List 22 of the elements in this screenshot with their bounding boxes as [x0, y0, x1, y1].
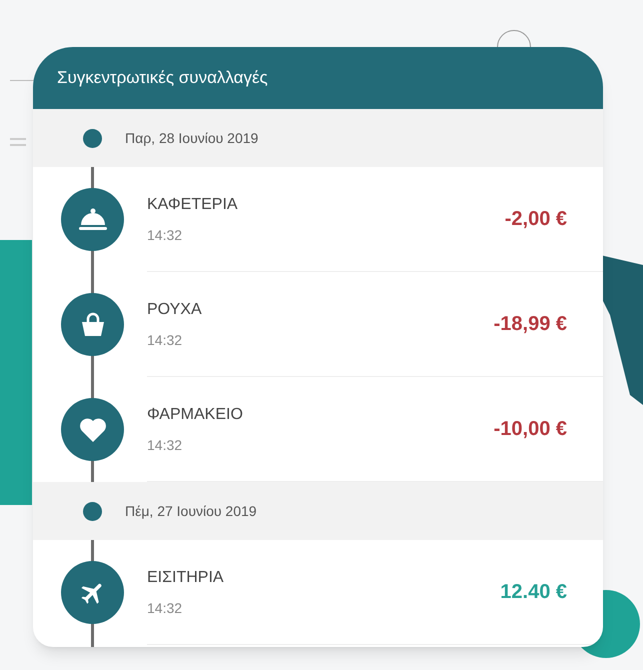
transaction-name: ΦΑΡΜΑΚΕΙΟ [147, 404, 244, 424]
transaction-amount: -10,00 € [494, 417, 567, 442]
transaction-time: 14:32 [147, 330, 184, 350]
transaction-time: 14:32 [147, 226, 184, 244]
transaction-name: ΡΟΥΧΑ [147, 300, 203, 320]
shopping-bag-icon [80, 312, 106, 338]
transaction-amount: 12.40 € [500, 580, 567, 605]
transaction-time: 14:32 [147, 598, 184, 618]
transaction-amount: -2,00 € [504, 207, 567, 232]
menu-icon [10, 138, 26, 146]
transaction-name: ΚΑΦΕΤΕΡΙΑ [147, 194, 239, 214]
transaction-row[interactable]: ΕΙΣΙΤΗΡΙΑ 14:32 12.40 € [33, 540, 603, 645]
transaction-time: 14:32 [147, 436, 184, 454]
transaction-name: ΕΙΣΙΤΗΡΙΑ [147, 568, 225, 588]
date-label: Παρ, 28 Ιουνίου 2019 [125, 128, 258, 148]
card-title: Συγκεντρωτικές συναλλαγές [57, 67, 268, 90]
date-label: Πέμ, 27 Ιουνίου 2019 [125, 502, 257, 521]
transaction-row[interactable]: ΡΟΥΧΑ 14:32 -18,99 € [33, 272, 603, 377]
cloche-icon [78, 208, 108, 232]
heart-icon [78, 416, 106, 442]
transaction-amount: -18,99 € [494, 312, 567, 337]
transaction-row[interactable]: ΚΑΦΕΤΕΡΙΑ 14:32 -2,00 € [33, 167, 603, 272]
